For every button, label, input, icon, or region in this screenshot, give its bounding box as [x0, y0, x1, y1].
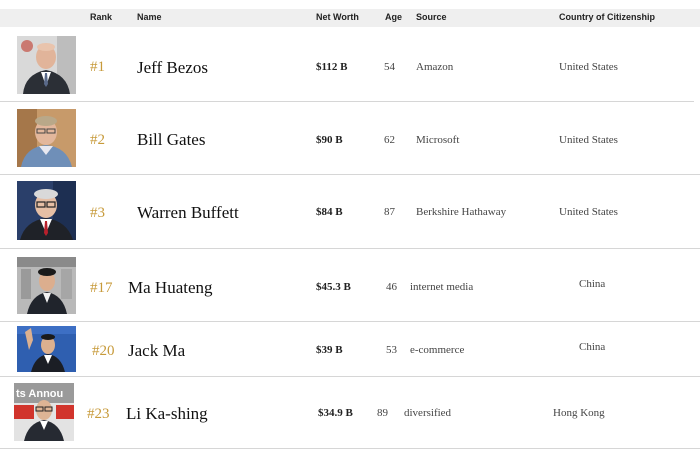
person-photo: ts Annou: [14, 383, 74, 441]
rank-label: #23: [87, 406, 110, 422]
country-value: Hong Kong: [553, 407, 605, 419]
photo-overlay-text: ts Annou: [16, 388, 63, 400]
net-worth-value: $34.9 B: [318, 407, 353, 419]
age-value: 89: [377, 407, 388, 419]
source-value: diversified: [404, 407, 452, 419]
row-divider: [0, 448, 700, 449]
person-name-link[interactable]: Li Ka-shing: [126, 404, 208, 424]
table-row[interactable]: ts Annou #23 Li Ka-shing $34.9 B 89 dive…: [0, 0, 700, 449]
